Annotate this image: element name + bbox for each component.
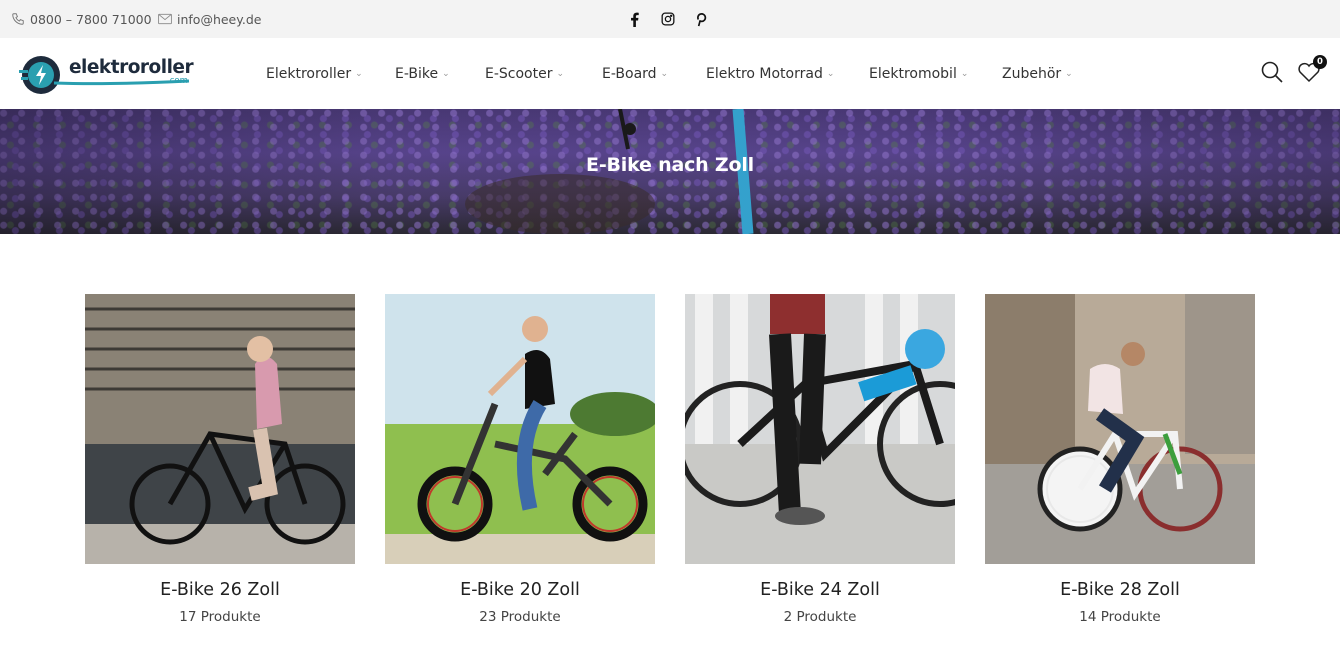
product-count: 23 Produkte bbox=[479, 609, 561, 625]
nav-e-scooter[interactable]: E-Scooter ⌄ bbox=[485, 38, 564, 109]
logo-suffix: .com bbox=[167, 76, 188, 86]
chevron-down-icon: ⌄ bbox=[660, 68, 669, 79]
site-logo[interactable]: elektroroller .com bbox=[19, 52, 195, 96]
wishlist-count-badge: 0 bbox=[1313, 55, 1327, 69]
category-banner: E-Bike nach Zoll bbox=[0, 109, 1340, 234]
nav-e-bike[interactable]: E-Bike ⌄ bbox=[395, 38, 450, 109]
top-bar: 0800 – 7800 71000 info@heey.de bbox=[0, 0, 1340, 38]
chevron-down-icon: ⌄ bbox=[1065, 68, 1073, 79]
category-card-28[interactable]: E-Bike 28 Zoll 14 Produkte bbox=[985, 294, 1255, 625]
pinterest-icon bbox=[697, 12, 707, 26]
category-card-20[interactable]: E-Bike 20 Zoll 23 Produkte bbox=[385, 294, 655, 625]
nav-elektroroller[interactable]: Elektroroller ⌄ bbox=[266, 38, 363, 109]
category-image-24[interactable] bbox=[685, 294, 955, 564]
chevron-down-icon: ⌄ bbox=[442, 68, 450, 79]
product-count: 17 Produkte bbox=[179, 609, 261, 625]
chevron-down-icon: ⌄ bbox=[960, 68, 969, 79]
chevron-down-icon: ⌄ bbox=[355, 68, 363, 79]
instagram-link[interactable] bbox=[661, 0, 675, 38]
category-name[interactable]: E-Bike 28 Zoll bbox=[985, 580, 1255, 600]
category-name[interactable]: E-Bike 24 Zoll bbox=[685, 580, 955, 600]
nav-label: Elektromobil bbox=[869, 65, 957, 82]
nav-zubehoer[interactable]: Zubehör ⌄ bbox=[1002, 38, 1073, 109]
nav-label: Elektro Motorrad bbox=[706, 65, 823, 82]
nav-elektromobil[interactable]: Elektromobil ⌄ bbox=[869, 38, 968, 109]
nav-label: Zubehör bbox=[1002, 65, 1062, 82]
logo-text: elektroroller bbox=[69, 57, 194, 78]
nav-label: E-Board bbox=[602, 65, 657, 82]
email-address: info@heey.de bbox=[177, 11, 262, 27]
facebook-link[interactable] bbox=[630, 0, 639, 38]
search-icon bbox=[1261, 61, 1283, 83]
chevron-down-icon: ⌄ bbox=[556, 68, 565, 79]
instagram-icon bbox=[661, 12, 675, 26]
category-card-24[interactable]: E-Bike 24 Zoll 2 Produkte bbox=[685, 294, 955, 625]
pinterest-link[interactable] bbox=[695, 0, 707, 38]
search-button[interactable] bbox=[1260, 60, 1284, 88]
category-image-26[interactable] bbox=[85, 294, 355, 564]
category-name[interactable]: E-Bike 26 Zoll bbox=[85, 580, 355, 600]
category-image-20[interactable] bbox=[385, 294, 655, 564]
main-header: elektroroller .com Elektroroller ⌄ E-Bike… bbox=[0, 38, 1340, 109]
phone-number: 0800 – 7800 71000 bbox=[30, 11, 152, 27]
category-name[interactable]: E-Bike 20 Zoll bbox=[385, 580, 655, 600]
chevron-down-icon: ⌄ bbox=[826, 68, 835, 79]
product-count: 14 Produkte bbox=[1079, 609, 1161, 625]
category-image-28[interactable] bbox=[985, 294, 1255, 564]
category-card-26[interactable]: E-Bike 26 Zoll 17 Produkte bbox=[85, 294, 355, 625]
nav-e-board[interactable]: E-Board ⌄ bbox=[602, 38, 668, 109]
envelope-icon bbox=[158, 13, 172, 25]
nav-label: Elektroroller bbox=[266, 65, 352, 82]
email-contact[interactable]: info@heey.de bbox=[158, 0, 261, 38]
nav-label: E-Bike bbox=[395, 65, 439, 82]
nav-label: E-Scooter bbox=[485, 65, 553, 82]
page-title: E-Bike nach Zoll bbox=[586, 154, 754, 176]
phone-contact[interactable]: 0800 – 7800 71000 bbox=[11, 0, 152, 38]
phone-icon bbox=[12, 13, 24, 25]
product-count: 2 Produkte bbox=[783, 609, 857, 625]
nav-elektro-motorrad[interactable]: Elektro Motorrad ⌄ bbox=[706, 38, 834, 109]
facebook-icon bbox=[631, 12, 639, 27]
